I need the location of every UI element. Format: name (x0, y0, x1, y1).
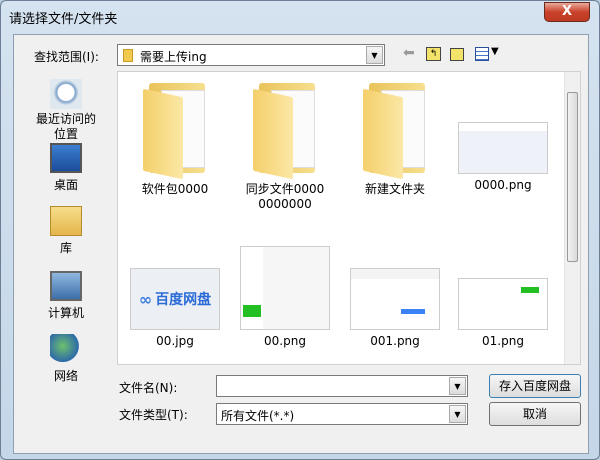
chevron-down-icon[interactable]: ▼ (449, 377, 466, 395)
place-network[interactable]: 网络 (21, 334, 111, 384)
file-item[interactable]: 同步文件00000000000 (230, 78, 340, 212)
file-item[interactable]: 001.png (340, 240, 450, 349)
image-thumbnail (458, 122, 548, 174)
place-library[interactable]: 库 (21, 206, 111, 256)
place-label: 网络 (53, 369, 78, 383)
file-list[interactable]: 软件包0000 同步文件00000000000 新建文件夹 0000.png ∞… (117, 71, 581, 365)
image-thumbnail (458, 278, 548, 330)
recent-icon (50, 79, 82, 109)
file-name: 软件包0000 (141, 182, 209, 196)
file-name: 00.jpg (156, 334, 194, 348)
up-folder-icon[interactable]: ↰ (426, 47, 441, 61)
file-dialog: 请选择文件/文件夹 X 查找范围(I): 需要上传ing ▼ ⬅ ↰ ▼ 最近访… (0, 0, 600, 460)
folder-icon (249, 78, 321, 180)
lookin-label: 查找范围(I): (34, 50, 99, 64)
file-item[interactable]: 新建文件夹 (340, 78, 450, 197)
network-icon (50, 334, 82, 364)
desktop-icon (50, 143, 82, 173)
window-title: 请选择文件/文件夹 (9, 12, 118, 27)
library-icon (50, 206, 82, 236)
filename-input[interactable]: ▼ (216, 375, 468, 397)
scrollbar-thumb[interactable] (567, 92, 578, 262)
computer-icon (50, 271, 82, 301)
thumb-text: 百度网盘 (155, 292, 212, 308)
image-thumbnail: ∞ 百度网盘 (130, 268, 220, 330)
filetype-value: 所有文件(*.*) (221, 409, 295, 423)
file-item[interactable]: 软件包0000 (120, 78, 230, 197)
file-item[interactable]: 01.png (448, 240, 558, 349)
save-button[interactable]: 存入百度网盘 (489, 374, 581, 398)
new-folder-icon[interactable] (450, 48, 464, 61)
file-item[interactable]: ∞ 百度网盘 00.jpg (120, 240, 230, 349)
file-name: 00.png (264, 334, 306, 348)
file-name: 01.png (482, 334, 524, 348)
place-label: 库 (59, 241, 72, 255)
image-thumbnail (350, 268, 440, 330)
folder-icon (139, 78, 211, 180)
chevron-down-icon[interactable]: ▼ (449, 405, 466, 423)
filetype-select[interactable]: 所有文件(*.*) ▼ (216, 403, 468, 425)
file-item[interactable]: 00.png (230, 240, 340, 349)
folder-icon (359, 78, 431, 180)
file-name: 同步文件00000000000 (245, 182, 325, 211)
place-computer[interactable]: 计算机 (21, 271, 111, 321)
lookin-value: 需要上传ing (140, 50, 207, 64)
filetype-label: 文件类型(T): (119, 408, 188, 422)
image-thumbnail (240, 246, 330, 330)
file-name: 001.png (370, 334, 420, 348)
place-label: 计算机 (47, 306, 84, 320)
folder-icon (123, 49, 133, 62)
place-desktop[interactable]: 桌面 (21, 143, 111, 193)
close-button[interactable]: X (544, 2, 590, 22)
file-name: 0000.png (474, 178, 532, 192)
lookin-combo[interactable]: 需要上传ing ▼ (117, 44, 385, 66)
back-icon[interactable]: ⬅ (403, 45, 415, 61)
view-menu-icon[interactable] (475, 47, 489, 61)
place-recent[interactable]: 最近访问的位置 (21, 79, 111, 142)
place-label: 最近访问的位置 (35, 112, 96, 141)
file-name: 新建文件夹 (364, 182, 425, 196)
cancel-button[interactable]: 取消 (489, 402, 581, 426)
place-label: 桌面 (53, 178, 78, 192)
view-menu-chevron-icon[interactable]: ▼ (491, 46, 499, 57)
vertical-scrollbar[interactable] (564, 72, 580, 364)
chevron-down-icon[interactable]: ▼ (366, 46, 383, 64)
filename-label: 文件名(N): (119, 381, 178, 395)
file-item[interactable]: 0000.png (448, 78, 558, 193)
